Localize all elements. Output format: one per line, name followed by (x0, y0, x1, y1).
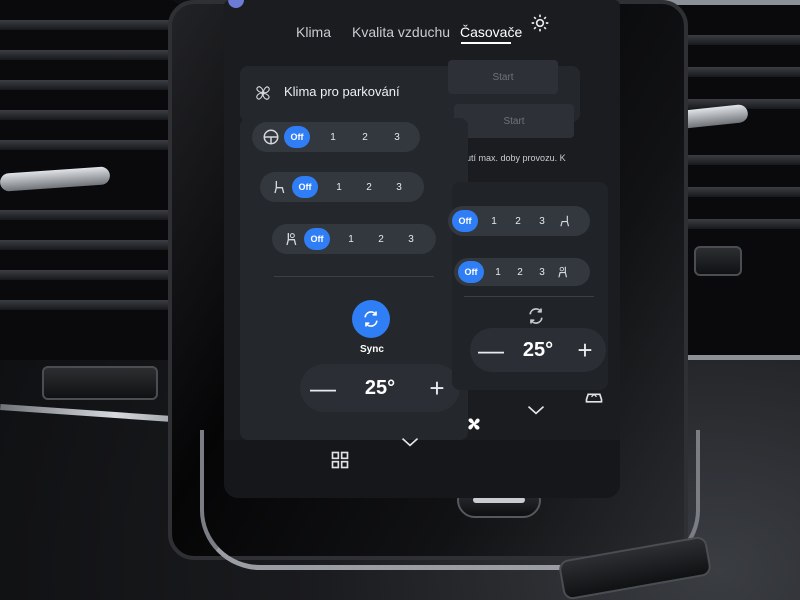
start-button-1[interactable]: Start (448, 60, 558, 94)
passenger-seat-heat-row: Off 1 2 3 (448, 206, 590, 236)
passenger-seat-ventilation-off[interactable]: Off (458, 261, 484, 283)
car-recirculation-icon[interactable] (582, 384, 606, 408)
passenger-seat-ventilation-icon (550, 262, 576, 282)
tab-air-quality[interactable]: Kvalita vzduchu (352, 24, 450, 40)
passenger-temp-plus[interactable]: + (570, 337, 600, 363)
driver-temp-plus[interactable]: + (422, 375, 452, 401)
passenger-seat-ventilation-1[interactable]: 1 (490, 267, 506, 278)
apps-grid-icon[interactable] (328, 448, 352, 472)
tab-timers[interactable]: Časovače (460, 24, 522, 40)
sync-icon (364, 311, 378, 327)
seat-ventilation-3[interactable]: 3 (402, 234, 420, 245)
right-vent-wheel[interactable] (694, 246, 742, 276)
right-panel-divider (464, 296, 594, 297)
driver-temp-minus[interactable]: — (308, 375, 338, 401)
parking-climate-title: Klima pro parkování (284, 84, 400, 99)
sync-button[interactable] (352, 300, 390, 338)
driver-temperature-control: — 25° + (300, 364, 460, 412)
seat-ventilation-1[interactable]: 1 (342, 234, 360, 245)
seat-ventilation-off[interactable]: Off (304, 228, 330, 250)
left-vent-wheel[interactable] (42, 366, 158, 400)
seat-heat-off[interactable]: Off (292, 176, 318, 198)
steering-heat-1[interactable]: 1 (324, 132, 342, 143)
passenger-seat-heat-icon (552, 211, 578, 231)
fan-icon (256, 86, 270, 100)
passenger-seat-ventilation-row: Off 1 2 3 (454, 258, 590, 286)
sync-label: Sync (360, 344, 384, 355)
passenger-seat-ventilation-2[interactable]: 2 (512, 267, 528, 278)
chevron-down-icon[interactable] (398, 430, 422, 454)
bottom-nav-bar (224, 440, 620, 498)
steering-heat-2[interactable]: 2 (356, 132, 374, 143)
seat-heat-row: Off 1 2 3 (260, 172, 424, 202)
seat-heat-icon (266, 177, 292, 197)
seat-heat-2[interactable]: 2 (360, 182, 378, 193)
top-tab-bar: Klima Kvalita vzduchu Časovače (224, 0, 620, 56)
passenger-seat-heat-2[interactable]: 2 (510, 216, 526, 227)
car-dashboard-photo: Klima Kvalita vzduchu Časovače Klima pro… (0, 0, 800, 600)
seat-ventilation-2[interactable]: 2 (372, 234, 390, 245)
steering-heat-off[interactable]: Off (284, 126, 310, 148)
passenger-seat-heat-off[interactable]: Off (452, 210, 478, 232)
steering-heat-3[interactable]: 3 (388, 132, 406, 143)
steering-heat-row: Off 1 2 3 (252, 122, 420, 152)
active-tab-indicator (461, 42, 511, 44)
tab-klima[interactable]: Klima (296, 24, 331, 40)
passenger-seat-heat-3[interactable]: 3 (534, 216, 550, 227)
fan-button-icon[interactable] (462, 412, 486, 436)
seat-heat-3[interactable]: 3 (390, 182, 408, 193)
passenger-sync-icon[interactable] (526, 306, 546, 326)
passenger-seat-ventilation-3[interactable]: 3 (534, 267, 550, 278)
passenger-temp-minus[interactable]: — (476, 337, 506, 363)
passenger-temp-value: 25° (522, 338, 554, 361)
infotainment-screen: Klima Kvalita vzduchu Časovače Klima pro… (224, 0, 620, 498)
passenger-temperature-control: — 25° + (470, 328, 606, 372)
seat-ventilation-icon (278, 229, 304, 249)
passenger-seat-heat-1[interactable]: 1 (486, 216, 502, 227)
seat-ventilation-row: Off 1 2 3 (272, 224, 436, 254)
driver-temp-value: 25° (364, 376, 396, 399)
passenger-chevron-down-icon[interactable] (524, 398, 548, 422)
steering-wheel-heat-icon (258, 127, 284, 147)
left-panel-divider (274, 276, 434, 277)
status-icon (228, 0, 244, 8)
start-button-2[interactable]: Start (454, 104, 574, 138)
gear-icon[interactable] (530, 13, 550, 33)
seat-heat-1[interactable]: 1 (330, 182, 348, 193)
